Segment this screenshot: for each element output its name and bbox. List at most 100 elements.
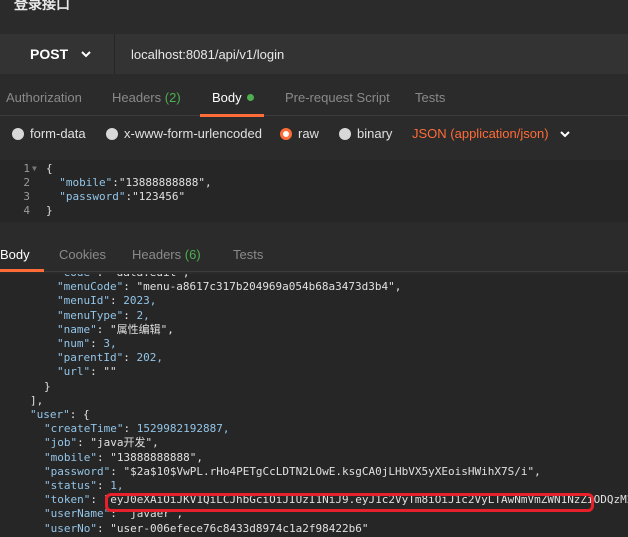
radio-selected-icon (280, 127, 292, 140)
json-value: "属性编辑", (110, 322, 174, 336)
json-value: "$2a$10$VwPL.rHo4PETgCcLDTN2LOwE.ksgCA0j… (123, 464, 541, 478)
title-bar: 登录接口 (0, 0, 628, 20)
json-value: 2, (136, 308, 150, 322)
json-key: "menuId" (57, 294, 110, 308)
response-line: "menuCode": "menu-a8617c317b204969a054b6… (57, 280, 402, 294)
json-key: "status" (44, 479, 97, 492)
code-text: "mobile":"13888888888", (59, 176, 212, 189)
tab-response-body[interactable]: Body (0, 247, 30, 262)
active-tab-indicator (200, 114, 264, 117)
tab-authorization[interactable]: Authorization (6, 90, 82, 105)
request-body-editor[interactable]: 1 ▼ { 2 "mobile":"13888888888", 3 "passw… (0, 160, 628, 222)
json-key: "parentId" (57, 351, 124, 365)
editor-line: 3 "password":"123456" (0, 190, 628, 204)
json-key: "userNo" (44, 521, 97, 535)
tab-response-headers[interactable]: Headers (6) (132, 247, 201, 262)
line-number: 1 (23, 162, 30, 175)
json-bracket: } (44, 379, 51, 393)
json-value: 202, (136, 351, 163, 365)
chevron-down-icon (559, 130, 570, 137)
content-type-dropdown[interactable]: JSON (application/json) (412, 126, 571, 141)
tab-cookies[interactable]: Cookies (59, 247, 106, 262)
radio-icon (339, 127, 351, 140)
response-line: "url": "" (57, 365, 117, 379)
json-value: "123456" (132, 190, 186, 203)
response-line: "user": { (30, 408, 90, 421)
response-line: "job": "java开发", (44, 436, 159, 450)
token-highlight-box (105, 493, 594, 512)
radio-icon (12, 127, 24, 140)
json-value: "menu-a8617c317b204969a054b68a3473d3b4", (136, 280, 402, 294)
json-key: "mobile" (59, 176, 113, 189)
code-text: } (46, 204, 53, 217)
response-line: "num": 3, (57, 337, 117, 350)
json-key: "num" (57, 337, 91, 350)
response-tabs: Body Cookies Headers (6) Tests (0, 240, 628, 272)
json-key: "menuCode" (57, 280, 124, 294)
json-value: { (83, 408, 90, 421)
url-input[interactable]: localhost:8081/api/v1/login (114, 34, 628, 74)
radio-raw[interactable]: raw (280, 126, 319, 141)
request-bar: POST localhost:8081/api/v1/login (0, 34, 628, 74)
tab-headers-label: Headers (112, 90, 162, 105)
body-type-selector: form-data x-www-form-urlencoded raw bina… (0, 120, 628, 152)
json-value: "13888888888", (110, 450, 203, 464)
response-line: ], (30, 394, 43, 408)
method-dropdown[interactable]: POST (0, 34, 112, 74)
line-number: 3 (23, 190, 30, 203)
json-value: "data:edit", (110, 274, 189, 279)
response-line: "createTime": 1529982192887, (44, 422, 230, 436)
json-key: "name" (57, 322, 97, 336)
radio-binary[interactable]: binary (339, 126, 392, 141)
json-key: "createTime" (44, 422, 124, 436)
json-value: "13888888888", (118, 176, 212, 189)
editor-line: 4 } (0, 204, 628, 218)
json-key: "menuType" (57, 308, 124, 322)
editor-line: 1 ▼ { (0, 162, 628, 176)
tab-response-headers-label: Headers (132, 247, 182, 262)
radio-icon (106, 127, 118, 140)
response-line: "userNo": "user-006efece76c8433d8974c1a2… (44, 521, 369, 535)
radio-label: binary (357, 126, 393, 141)
radio-form-data[interactable]: form-data (12, 126, 86, 141)
json-value: "user-006efece76c8433d8974c1a2f98422b6" (110, 521, 369, 535)
content-type-label: JSON (application/json) (412, 126, 549, 141)
tab-response-tests[interactable]: Tests (233, 247, 263, 262)
json-value: 3, (103, 337, 117, 350)
headers-count-badge: (2) (164, 90, 181, 105)
tab-headers[interactable]: Headers (2) (112, 90, 181, 105)
json-key: "userName" (44, 507, 111, 521)
response-line: "status": 1, (44, 479, 124, 492)
radio-label: form-data (30, 126, 86, 141)
fold-icon[interactable]: ▼ (32, 162, 42, 176)
json-value: "" (103, 365, 117, 379)
json-value: 1, (110, 479, 124, 492)
request-title: 登录接口 (14, 0, 70, 12)
json-bracket: ], (30, 393, 44, 407)
json-value: "java开发", (90, 436, 159, 450)
response-line: } (44, 380, 51, 394)
tab-tests[interactable]: Tests (415, 90, 445, 105)
response-line: "password": "$2a$10$VwPL.rHo4PETgCcLDTN2… (44, 464, 541, 478)
request-tabs: Authorization Headers (2) Body Pre-reque… (0, 84, 628, 117)
json-key: "mobile" (44, 450, 97, 464)
line-number: 2 (23, 176, 30, 189)
chevron-down-icon (81, 51, 91, 58)
response-body-viewer[interactable]: "code": "data:edit","menuCode": "menu-a8… (0, 274, 628, 537)
code-text: "password":"123456" (59, 190, 186, 203)
tab-body[interactable]: Body (212, 90, 254, 105)
json-key: "job" (44, 436, 78, 450)
tab-prerequest-script[interactable]: Pre-request Script (285, 90, 390, 105)
json-key: "token" (44, 493, 91, 507)
active-dot-icon (246, 94, 254, 101)
code-text: { (46, 162, 53, 175)
radio-label: x-www-form-urlencoded (124, 126, 262, 141)
response-line: "mobile": "13888888888", (44, 450, 203, 464)
json-key: "password" (44, 464, 111, 478)
response-line: "parentId": 202, (57, 351, 163, 365)
line-number: 4 (23, 204, 30, 217)
json-value: 1529982192887, (136, 422, 230, 436)
radio-urlencoded[interactable]: x-www-form-urlencoded (106, 126, 262, 141)
response-line: "code": "data:edit", (57, 274, 189, 280)
response-line: "menuType": 2, (57, 308, 150, 322)
